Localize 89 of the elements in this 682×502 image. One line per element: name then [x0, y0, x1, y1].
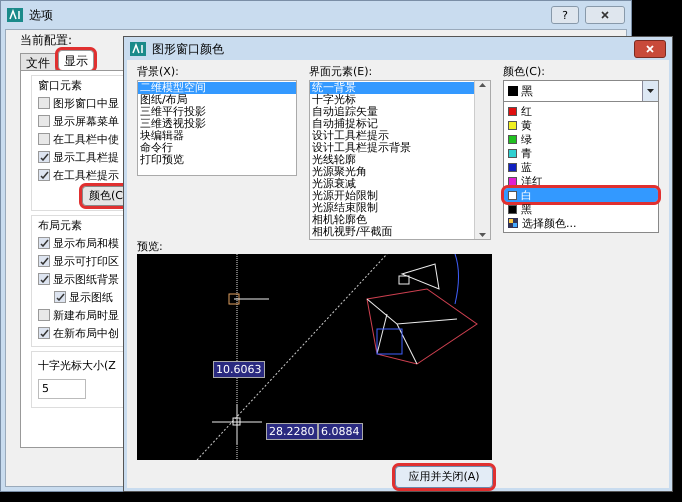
- checkbox-label: 新建布局时显: [53, 310, 119, 320]
- checkbox-label: 显示屏幕菜单: [53, 116, 119, 126]
- coordinate-readout: 6.0884: [318, 423, 362, 440]
- checkbox[interactable]: [38, 327, 50, 339]
- camera-drawing: [398, 254, 459, 304]
- color-swatch: [508, 86, 518, 96]
- color-option-label: 红: [521, 106, 532, 116]
- checkbox-label: 显示工具栏提: [53, 152, 119, 162]
- color-option[interactable]: 蓝: [504, 160, 658, 174]
- window-title: 选项: [29, 7, 53, 24]
- list-item[interactable]: 设计工具栏提示背景: [310, 142, 474, 154]
- up-arrow-icon: [479, 83, 486, 87]
- list-item[interactable]: 光源衰减: [310, 178, 474, 190]
- checkbox-label: 图形窗口中显: [53, 98, 119, 108]
- close-icon: [601, 11, 609, 19]
- checkbox[interactable]: [38, 133, 50, 145]
- color-option-label: 绿: [521, 134, 532, 144]
- caret-icon: [647, 89, 654, 93]
- checkbox-label: 在工具栏中使: [53, 134, 119, 144]
- background-label: 背景(X):: [137, 64, 180, 80]
- list-item[interactable]: 光源聚光角: [310, 166, 474, 178]
- color-option-label: 青: [521, 148, 532, 158]
- checkbox[interactable]: [38, 309, 50, 321]
- interface-elements-label: 界面元素(E):: [309, 64, 374, 80]
- checkmark-icon: [40, 328, 48, 338]
- app-icon: [7, 8, 23, 22]
- checkbox-label: 显示图纸: [69, 292, 113, 302]
- color-option-label: 蓝: [521, 162, 532, 172]
- color-option-label: 白: [521, 190, 532, 200]
- color-option[interactable]: 黑: [504, 202, 658, 216]
- checkbox-label: 显示图纸背景: [53, 274, 119, 284]
- color-label: 颜色(C):: [503, 64, 546, 80]
- checkbox[interactable]: [38, 115, 50, 127]
- checkbox[interactable]: [38, 169, 50, 181]
- list-item[interactable]: 三维透视投影: [138, 118, 296, 130]
- color-option[interactable]: 红: [504, 104, 658, 118]
- checkbox-label: 在工具栏提示: [53, 170, 119, 180]
- tab[interactable]: 显示: [58, 50, 94, 70]
- dialog-title: 图形窗口颜色: [152, 40, 224, 58]
- crosshair-size-label: 十字光标大小(Z: [38, 358, 117, 374]
- list-item[interactable]: 命令行: [138, 142, 296, 154]
- color-option[interactable]: 青: [504, 146, 658, 160]
- group-title: 窗口元素: [38, 78, 82, 94]
- scrollbar[interactable]: [474, 81, 490, 239]
- list-item[interactable]: 光源开始限制: [310, 190, 474, 202]
- preview-label: 预览:: [137, 240, 164, 254]
- checkbox[interactable]: [38, 151, 50, 163]
- coordinate-readout: 28.2280: [266, 423, 318, 440]
- checkbox[interactable]: [54, 291, 66, 303]
- palette-icon: [508, 218, 518, 228]
- color-option[interactable]: 选择颜色...: [504, 216, 658, 230]
- list-item[interactable]: 三维平行投影: [138, 106, 296, 118]
- checkbox-label: 显示布局和模: [53, 238, 119, 248]
- list-item[interactable]: 设计工具栏提示: [310, 130, 474, 142]
- checkbox-label: 显示可打印区: [53, 256, 119, 266]
- close-button[interactable]: [634, 40, 666, 58]
- close-button[interactable]: [585, 6, 625, 24]
- list-item[interactable]: 打印预览: [138, 154, 296, 166]
- list-item[interactable]: 十字光标: [310, 94, 474, 106]
- list-item[interactable]: 相机轮廓色: [310, 214, 474, 226]
- list-item[interactable]: 相机视野/平截面: [310, 226, 474, 238]
- checkbox[interactable]: [38, 97, 50, 109]
- color-option-label: 黑: [521, 204, 532, 214]
- coordinate-readout: 10.6063: [213, 361, 264, 378]
- list-item[interactable]: 块编辑器: [138, 130, 296, 142]
- list-item[interactable]: 光源结束限制: [310, 202, 474, 214]
- list-item[interactable]: 自动捕捉标记: [310, 118, 474, 130]
- tab[interactable]: 文件: [20, 53, 56, 70]
- list-item[interactable]: 光线轮廓: [310, 154, 474, 166]
- color-dropdown[interactable]: 黑: [503, 80, 659, 102]
- color-option-label: 选择颜色...: [522, 218, 576, 228]
- checkbox[interactable]: [38, 237, 50, 249]
- checkbox[interactable]: [38, 273, 50, 285]
- down-arrow-icon: [479, 233, 486, 237]
- list-item[interactable]: 自动追踪矢量: [310, 106, 474, 118]
- color-option[interactable]: 绿: [504, 132, 658, 146]
- checkbox[interactable]: [38, 255, 50, 267]
- color-option-label: 黄: [521, 120, 532, 130]
- crosshair-size-field[interactable]: 5: [38, 378, 86, 398]
- profile-label: 当前配置:: [20, 32, 74, 48]
- close-icon: [646, 44, 654, 52]
- help-button[interactable]: ?: [551, 6, 579, 24]
- group-title: 布局元素: [38, 218, 82, 234]
- list-item[interactable]: 图纸/布局: [138, 94, 296, 106]
- apply-and-close-button[interactable]: 应用并关闭(A): [395, 466, 493, 488]
- color-value: 黑: [521, 83, 534, 100]
- checkbox-label: 在新布局中创: [53, 328, 119, 338]
- color-option[interactable]: 黄: [504, 118, 658, 132]
- app-icon: [130, 42, 146, 56]
